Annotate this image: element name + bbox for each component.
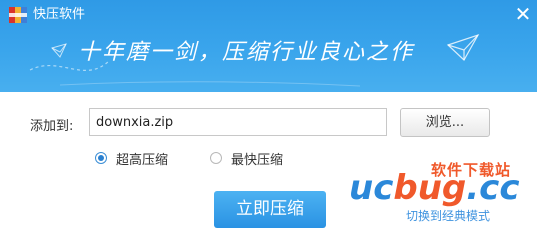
window-title: 快压软件 [33, 7, 86, 22]
switch-classic-mode-link[interactable]: 切换到经典模式 [406, 207, 490, 224]
compress-now-button[interactable]: 立即压缩 [214, 191, 326, 228]
destination-label: 添加到: [30, 119, 74, 134]
radio-fastest-compression[interactable]: 最快压缩 [210, 150, 284, 168]
close-icon[interactable]: ✕ [510, 2, 536, 26]
app-icon [9, 7, 27, 23]
paper-plane-icon [51, 43, 67, 58]
paper-plane-icon [446, 33, 480, 61]
window-header: 快压软件 ✕ 十年磨一剑，压缩行业良心之作 [0, 0, 537, 92]
watermark-logo-part: uc [349, 168, 394, 208]
watermark-logo-part: bug [393, 168, 467, 208]
header-slogan: 十年磨一剑，压缩行业良心之作 [78, 40, 415, 65]
radio-label: 超高压缩 [116, 152, 169, 168]
radio-unchecked-icon [210, 152, 222, 164]
radio-checked-icon [95, 152, 107, 164]
radio-ultra-compression[interactable]: 超高压缩 [95, 150, 169, 168]
archive-path-input[interactable] [89, 108, 387, 136]
browse-button[interactable]: 浏览... [400, 108, 490, 137]
radio-label: 最快压缩 [231, 152, 284, 168]
watermark-logo: ucbug.cc [349, 168, 519, 208]
watermark-logo-part: .cc [466, 168, 520, 208]
